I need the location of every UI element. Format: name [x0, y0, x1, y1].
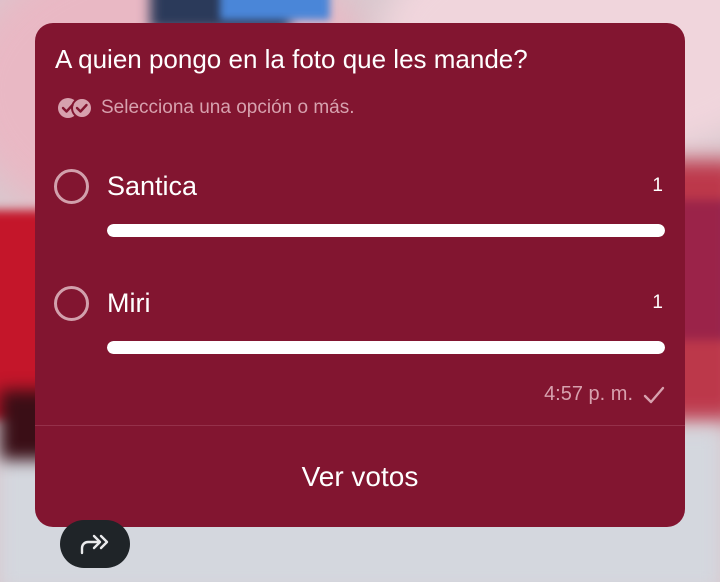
- poll-option-miri[interactable]: Miri 1: [35, 286, 685, 366]
- poll-option-label: Miri: [107, 288, 151, 318]
- poll-option-santica[interactable]: Santica 1: [35, 169, 685, 249]
- poll-option-vote-count: 1: [652, 175, 663, 196]
- poll-option-label: Santica: [107, 171, 198, 201]
- forward-icon: [80, 534, 109, 555]
- message-meta: 4:57 p. m.: [544, 383, 665, 406]
- radio-button[interactable]: [54, 286, 89, 321]
- forward-button[interactable]: [60, 520, 130, 568]
- poll-option-vote-count: 1: [652, 292, 663, 313]
- poll-option-progress-bar: [107, 224, 665, 237]
- message-timestamp: 4:57 p. m.: [544, 383, 633, 405]
- poll-question: A quien pongo en la foto que les mande?: [55, 44, 528, 74]
- poll-message-bubble: A quien pongo en la foto que les mande? …: [35, 23, 685, 527]
- poll-option-progress-bar: [107, 341, 665, 354]
- poll-hint-text: Selecciona una opción o más.: [101, 97, 355, 118]
- radio-button[interactable]: [54, 169, 89, 204]
- view-votes-button[interactable]: Ver votos: [35, 426, 685, 527]
- poll-option-progress-fill: [107, 224, 665, 237]
- single-check-icon: [643, 386, 665, 403]
- poll-option-progress-fill: [107, 341, 665, 354]
- double-check-badge-icon: [58, 97, 93, 119]
- poll-hint: Selecciona una opción o más.: [57, 95, 355, 121]
